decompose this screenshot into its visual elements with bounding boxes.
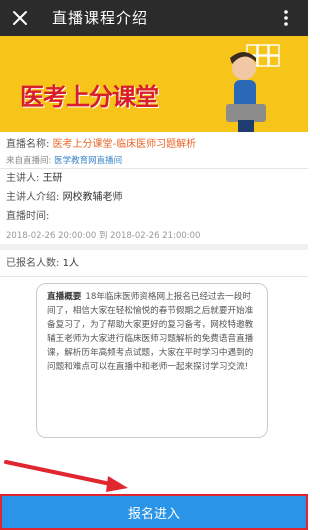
host-name: 王研 bbox=[42, 173, 63, 184]
banner-brand-text: 医考上分课堂 bbox=[20, 83, 159, 111]
close-icon[interactable] bbox=[6, 4, 34, 32]
divider bbox=[0, 276, 308, 277]
time-label: 直播时间: bbox=[6, 211, 50, 222]
annotation-arrow-icon bbox=[4, 460, 128, 492]
course-name-label: 直播名称: bbox=[6, 139, 50, 150]
course-banner: 医考上分课堂 bbox=[0, 36, 308, 132]
enrolled-count: 1人 bbox=[62, 258, 79, 269]
host-intro-row: 主讲人介绍: 网校教辅老师 bbox=[6, 191, 123, 205]
teacher-illustration-icon bbox=[226, 52, 266, 132]
room-row: 来自直播间: 医学教育网直播间 bbox=[6, 154, 122, 168]
room-label: 来自直播间: bbox=[6, 156, 52, 166]
description-tag: 直播概要 bbox=[47, 292, 82, 302]
host-intro-value: 网校教辅老师 bbox=[62, 192, 123, 203]
description-text: 18年临床医师资格网上报名已经过去一段时间了，相信大家在轻松愉悦的春节假期之后就… bbox=[47, 292, 254, 372]
time-row: 直播时间: bbox=[6, 210, 49, 224]
host-label: 主讲人: bbox=[6, 173, 40, 184]
description-box: 直播概要 18年临床医师资格网上报名已经过去一段时间了，相信大家在轻松愉悦的春节假… bbox=[36, 283, 268, 438]
title-bar: 直播课程介绍 bbox=[0, 0, 308, 36]
section-gap bbox=[0, 244, 308, 250]
enroll-button[interactable]: 报名进入 bbox=[0, 494, 308, 530]
enrolled-row: 已报名人数: 1人 bbox=[6, 257, 79, 271]
time-range: 2018-02-26 20:00:00 到 2018-02-26 21:00:0… bbox=[6, 231, 201, 241]
room-link[interactable]: 医学教育网直播间 bbox=[54, 156, 122, 166]
enrolled-label: 已报名人数: bbox=[6, 258, 60, 269]
page-title: 直播课程介绍 bbox=[52, 9, 149, 27]
course-name-row: 直播名称: 医考上分课堂-临床医师习题解析 bbox=[6, 138, 196, 152]
divider bbox=[0, 168, 308, 169]
host-intro-label: 主讲人介绍: bbox=[6, 192, 60, 203]
host-row: 主讲人: 王研 bbox=[6, 172, 63, 186]
course-name-value: 医考上分课堂-临床医师习题解析 bbox=[52, 139, 197, 150]
more-icon[interactable] bbox=[272, 4, 300, 32]
